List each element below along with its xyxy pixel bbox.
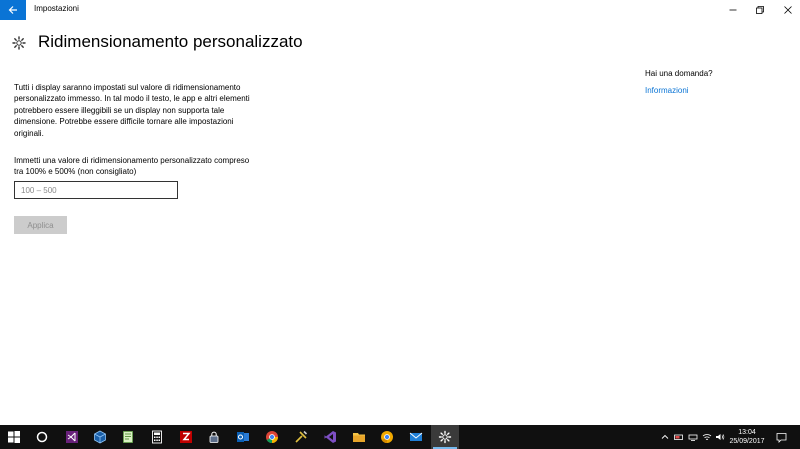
clock[interactable]: 13:04 25/09/2017 [724, 428, 770, 446]
restore-icon [756, 6, 764, 14]
description-line: dimensione. Potrebbe essere difficile to… [14, 117, 234, 127]
gear-icon [12, 36, 26, 50]
scaling-value-input[interactable] [14, 181, 178, 199]
battery-icon [674, 434, 683, 440]
action-center-button[interactable] [772, 430, 790, 444]
chrome-icon [266, 431, 278, 443]
minimize-icon [729, 9, 737, 11]
title-bar: Impostazioni [0, 0, 800, 20]
virtualbox-icon [94, 430, 106, 444]
input-label-line: Immetti una valore di ridimensionamento … [14, 156, 250, 165]
input-label-line: tra 100% e 500% (non consigliato) [14, 167, 137, 177]
taskbar-app[interactable] [172, 425, 200, 449]
taskbar-app[interactable] [258, 425, 286, 449]
page-title: Ridimensionamento personalizzato [38, 32, 303, 51]
taskbar-app[interactable] [402, 425, 430, 449]
keepass-icon [209, 431, 219, 443]
taskbar-app[interactable] [316, 425, 344, 449]
taskbar-app[interactable] [86, 425, 114, 449]
taskbar: 13:04 25/09/2017 [0, 425, 800, 449]
taskbar-app[interactable] [345, 425, 373, 449]
mail-icon [409, 432, 423, 441]
network-button[interactable] [687, 431, 699, 443]
cortana-button[interactable] [28, 425, 56, 449]
description-line: personalizzato immesso. In tal modo il t… [14, 94, 250, 104]
taskbar-app[interactable] [229, 425, 257, 449]
file-explorer-icon [353, 433, 365, 442]
start-button[interactable] [0, 425, 28, 449]
wifi-icon [702, 434, 712, 440]
window-title: Impostazioni [34, 4, 79, 13]
taskbar-app[interactable] [143, 425, 171, 449]
taskbar-app[interactable] [58, 425, 86, 449]
settings-icon [438, 430, 452, 444]
scaling-input-label: Immetti una valore di ridimensionamento … [14, 155, 294, 178]
taskbar-app[interactable] [200, 425, 228, 449]
network-icon [688, 434, 698, 441]
filezilla-icon [180, 431, 192, 443]
info-link[interactable]: Informazioni [645, 86, 689, 95]
close-icon [784, 6, 792, 14]
apply-button[interactable]: Applica [14, 216, 67, 234]
taskbar-app[interactable] [287, 425, 315, 449]
notepad-plus-icon [123, 431, 133, 443]
clock-time: 13:04 [738, 429, 756, 436]
cortana-icon [36, 431, 48, 443]
wifi-button[interactable] [701, 431, 713, 443]
battery-button[interactable] [673, 431, 685, 443]
windows-start-icon [8, 431, 20, 443]
back-button[interactable] [0, 0, 26, 20]
description: Tutti i display saranno impostati sul va… [14, 82, 284, 139]
arrow-left-icon [8, 6, 17, 14]
action-center-icon [776, 432, 786, 443]
show-hidden-icons-button[interactable] [659, 431, 671, 443]
help-question: Hai una domanda? [645, 69, 713, 78]
taskbar-app-settings[interactable] [431, 425, 459, 449]
taskbar-app[interactable] [114, 425, 142, 449]
chevron-up-icon [661, 434, 669, 439]
visual-studio-icon [66, 431, 78, 443]
tools-icon [295, 430, 308, 443]
calculator-icon [152, 430, 162, 444]
description-line: potrebbero essere illeggibili se un disp… [14, 105, 225, 115]
taskbar-app[interactable] [373, 425, 401, 449]
visual-studio-code-icon [324, 431, 336, 443]
clock-date: 25/09/2017 [729, 438, 765, 445]
chrome-canary-icon [381, 431, 393, 443]
close-button[interactable] [771, 0, 800, 20]
description-line: originali. [14, 128, 44, 138]
outlook-icon [237, 432, 249, 442]
description-line: Tutti i display saranno impostati sul va… [14, 83, 241, 92]
